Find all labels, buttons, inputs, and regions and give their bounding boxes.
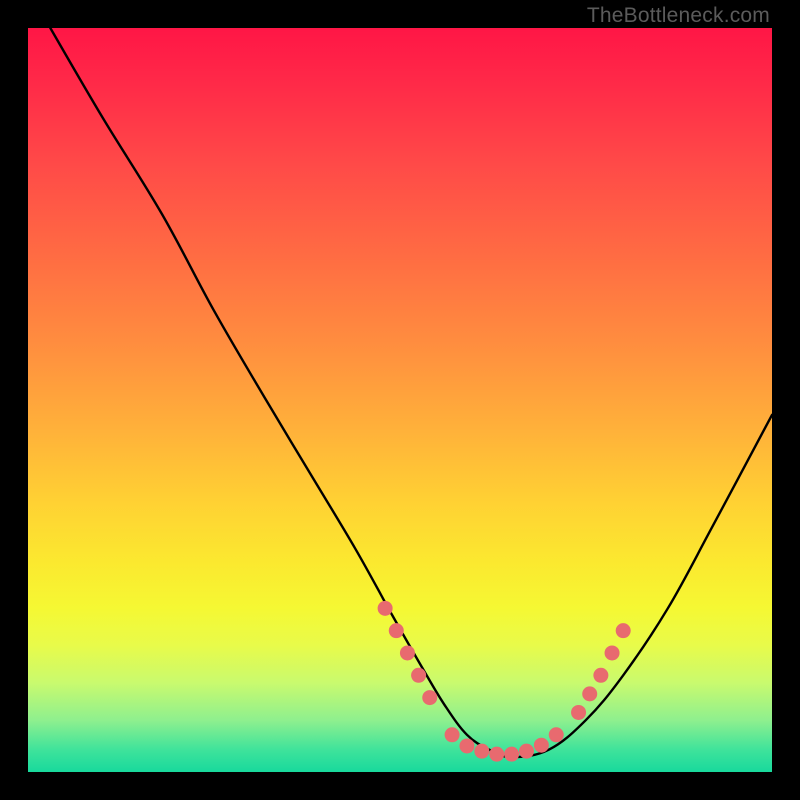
outer-frame: TheBottleneck.com bbox=[0, 0, 800, 800]
highlight-dot bbox=[534, 738, 549, 753]
highlight-dot bbox=[616, 623, 631, 638]
plot-area bbox=[28, 28, 772, 772]
highlight-dot bbox=[422, 690, 437, 705]
highlight-dot bbox=[400, 645, 415, 660]
highlight-dot bbox=[411, 668, 426, 683]
highlight-dot bbox=[378, 601, 393, 616]
highlight-dot bbox=[605, 645, 620, 660]
highlight-dot bbox=[474, 744, 489, 759]
highlight-dot bbox=[489, 747, 504, 762]
highlight-dot bbox=[459, 738, 474, 753]
highlight-dot bbox=[519, 744, 534, 759]
highlight-dot bbox=[445, 727, 460, 742]
highlight-dot bbox=[504, 747, 519, 762]
watermark-text: TheBottleneck.com bbox=[587, 4, 770, 28]
highlight-dot bbox=[593, 668, 608, 683]
highlight-dot bbox=[389, 623, 404, 638]
highlight-dot bbox=[549, 727, 564, 742]
highlight-dot bbox=[582, 686, 597, 701]
highlight-dot bbox=[571, 705, 586, 720]
curve-svg bbox=[28, 28, 772, 772]
highlight-dots bbox=[378, 601, 631, 762]
